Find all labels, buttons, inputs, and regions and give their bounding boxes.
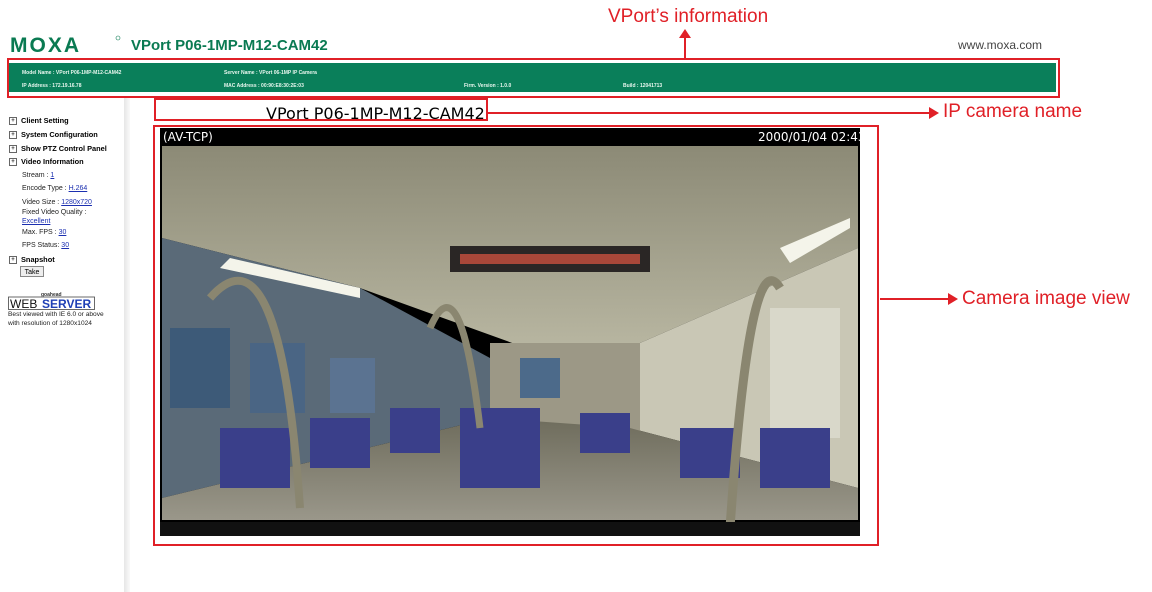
max-fps-link[interactable]: 30 bbox=[59, 229, 67, 236]
expand-icon: + bbox=[9, 144, 17, 153]
brand-text: MOXA bbox=[10, 34, 81, 57]
video-size-link[interactable]: 1280x720 bbox=[61, 199, 92, 206]
expand-icon: + bbox=[9, 116, 17, 125]
menu-system-configuration[interactable]: + System Configuration bbox=[9, 130, 98, 139]
fixed-quality-info: Excellent bbox=[22, 218, 50, 225]
vport-info-highlight bbox=[7, 58, 1060, 98]
video-size-info: Video Size : 1280x720 bbox=[22, 199, 92, 206]
menu-label: System Configuration bbox=[21, 130, 98, 139]
stream-link[interactable]: 1 bbox=[50, 172, 54, 179]
badge-web-text: WEB bbox=[10, 297, 37, 310]
encode-info: Encode Type : H.264 bbox=[22, 185, 87, 192]
up-arrow-icon bbox=[679, 29, 691, 38]
badge-server-text: SERVER bbox=[42, 297, 91, 310]
vport-info-callout: VPort’s information bbox=[608, 6, 769, 27]
right-arrow-icon bbox=[948, 293, 958, 305]
menu-snapshot[interactable]: + Snapshot bbox=[9, 255, 55, 264]
camera-view-arrow-line bbox=[880, 298, 950, 300]
browser-note-line1: Best viewed with IE 6.0 or above bbox=[8, 311, 104, 318]
menu-label: Video Information bbox=[21, 157, 84, 166]
expand-icon: + bbox=[9, 157, 17, 166]
moxa-logo: MOXA bbox=[10, 34, 121, 57]
stream-info: Stream : 1 bbox=[22, 172, 54, 179]
menu-video-information[interactable]: + Video Information bbox=[9, 157, 84, 166]
browser-note-line2: with resolution of 1280x1024 bbox=[8, 320, 92, 327]
menu-label: Client Setting bbox=[21, 116, 69, 125]
product-title: VPort P06-1MP-M12-CAM42 bbox=[131, 37, 328, 54]
menu-label: Show PTZ Control Panel bbox=[21, 144, 107, 153]
max-fps-label: Max. FPS : bbox=[22, 229, 59, 236]
max-fps-info: Max. FPS : 30 bbox=[22, 229, 66, 236]
stream-label: Stream : bbox=[22, 172, 51, 179]
menu-show-ptz[interactable]: + Show PTZ Control Panel bbox=[9, 144, 107, 153]
site-url-link[interactable]: www.moxa.com bbox=[958, 38, 1042, 52]
take-snapshot-button[interactable]: Take bbox=[20, 266, 44, 277]
menu-label: Snapshot bbox=[21, 255, 55, 264]
fps-status-label: FPS Status: bbox=[22, 242, 62, 249]
expand-icon: + bbox=[9, 255, 17, 264]
goahead-webserver-logo: goahead WEB SERVER bbox=[8, 292, 95, 310]
encode-link[interactable]: H.264 bbox=[69, 185, 88, 192]
right-arrow-icon bbox=[929, 107, 939, 119]
ip-camera-name-callout: IP camera name bbox=[943, 101, 1083, 122]
camera-name-highlight bbox=[154, 98, 488, 121]
video-size-label: Video Size : bbox=[22, 199, 62, 206]
fixed-quality-link[interactable]: Excellent bbox=[22, 218, 50, 225]
menu-client-setting[interactable]: + Client Setting bbox=[9, 116, 69, 125]
fps-status-info: FPS Status: 30 bbox=[22, 242, 69, 249]
fixed-quality-label: Fixed Video Quality : bbox=[22, 209, 87, 216]
camera-image-view-callout: Camera image view bbox=[962, 288, 1130, 309]
expand-icon: + bbox=[9, 130, 17, 139]
camera-view-highlight bbox=[153, 125, 879, 546]
camera-name-arrow-line bbox=[488, 112, 931, 114]
encode-label: Encode Type : bbox=[22, 185, 69, 192]
sidebar-divider bbox=[124, 98, 130, 592]
fps-status-link[interactable]: 30 bbox=[61, 242, 69, 249]
